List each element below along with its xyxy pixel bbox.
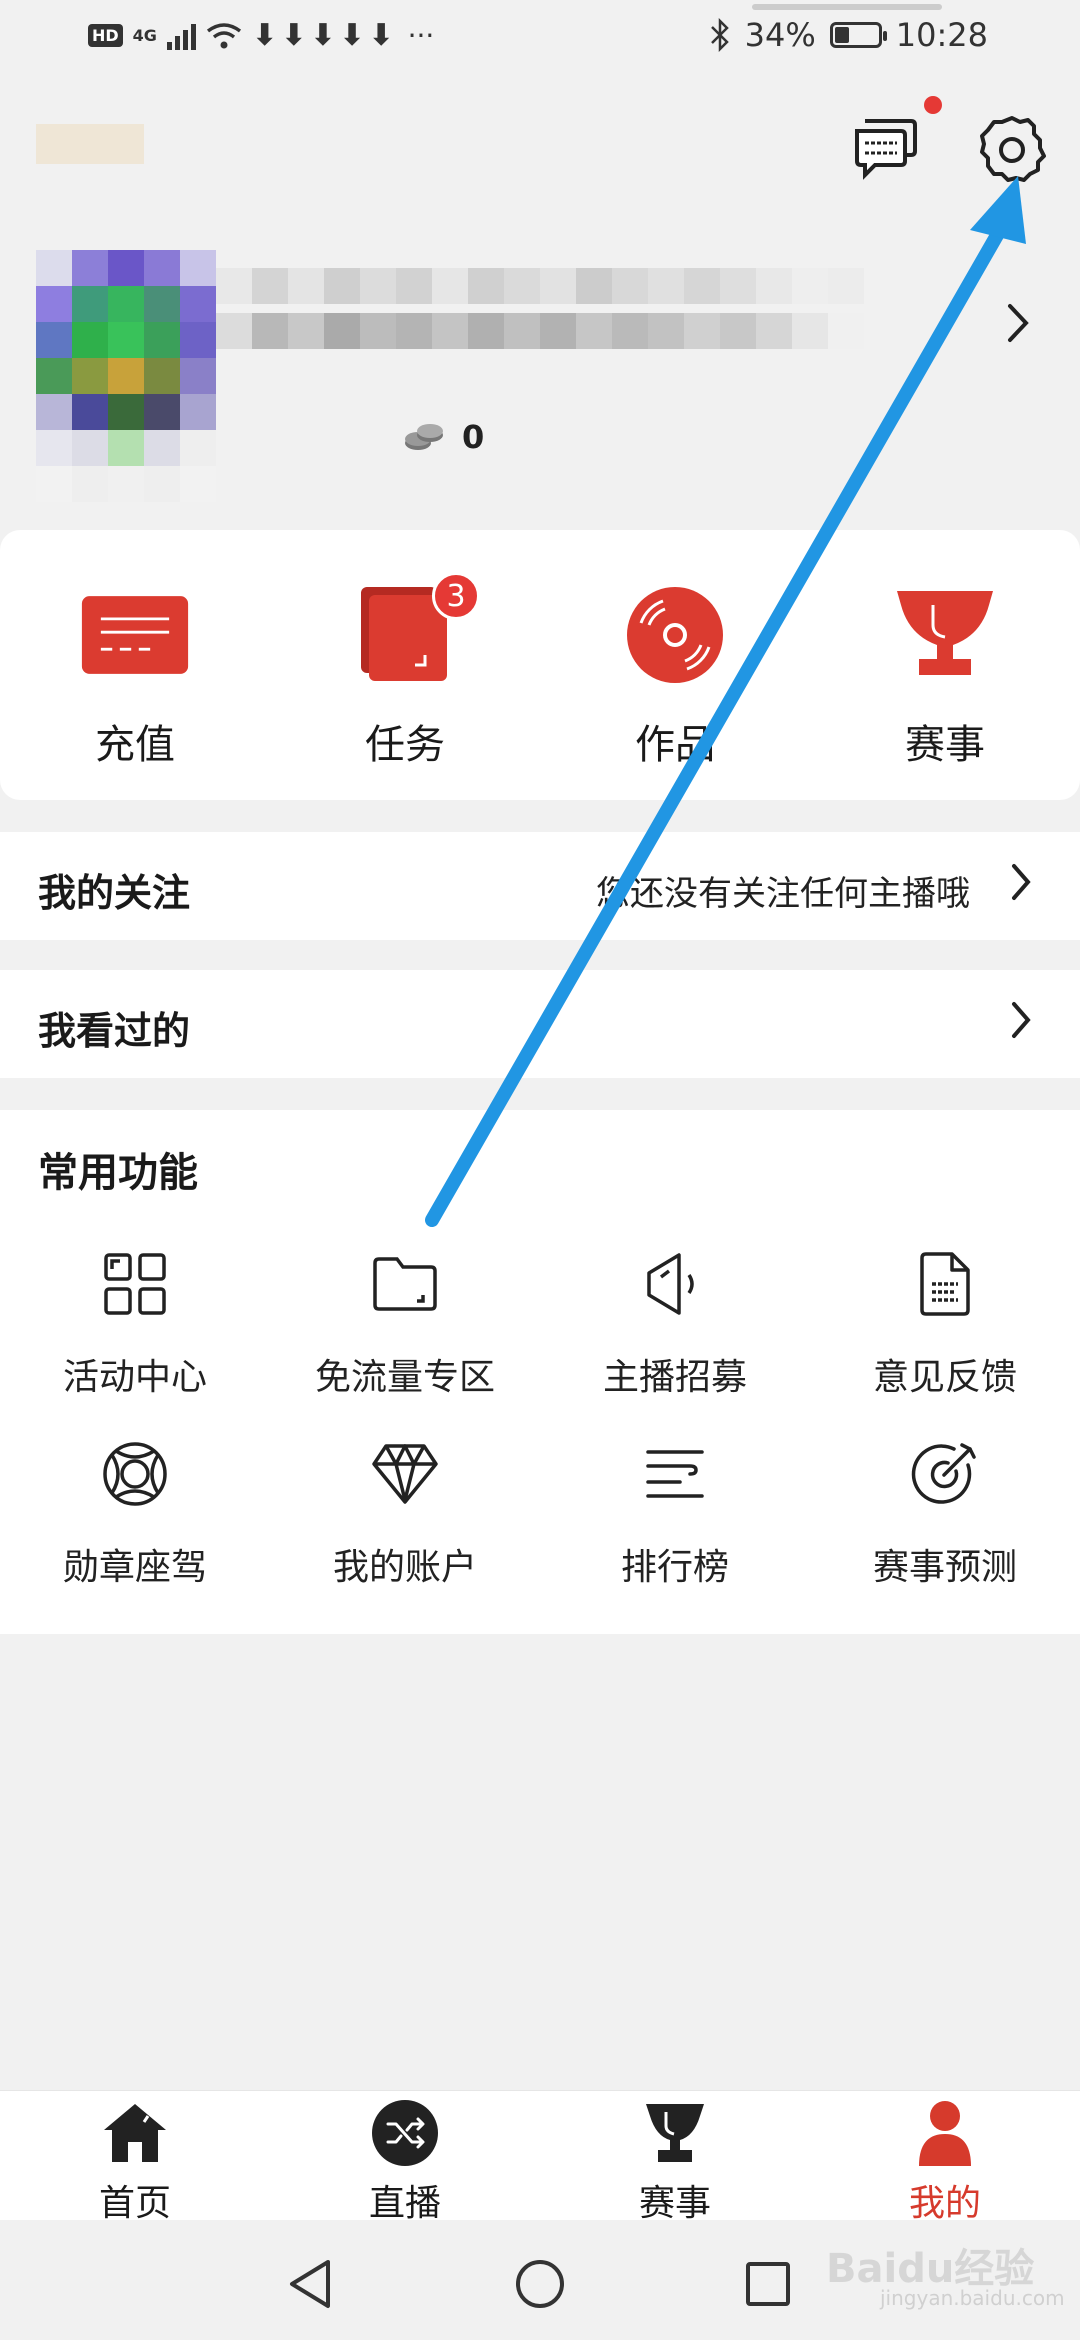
more-icon: ···	[407, 19, 435, 52]
megaphone-icon	[635, 1244, 715, 1324]
coins-icon	[405, 424, 443, 450]
ranking-lines-icon	[635, 1434, 715, 1514]
shortcut-label: 任务	[365, 722, 445, 768]
function-label: 活动中心	[62, 1357, 207, 1398]
message-button[interactable]	[846, 108, 926, 188]
gear-icon	[980, 116, 1046, 182]
func-feedback[interactable]: 意见反馈	[810, 1244, 1080, 1400]
bluetooth-icon	[710, 18, 729, 52]
function-label: 意见反馈	[872, 1357, 1017, 1398]
row-title: 我看过的	[38, 1009, 191, 1053]
shortcut-label: 充值	[95, 722, 175, 768]
shortcut-label: 赛事	[905, 722, 985, 768]
person-icon	[908, 2096, 982, 2170]
back-icon[interactable]	[286, 2258, 334, 2314]
func-medals-mounts[interactable]: 勋章座驾	[0, 1434, 270, 1590]
document-icon	[905, 1244, 985, 1324]
pull-handle	[752, 4, 942, 10]
nav-label: 我的	[908, 2183, 981, 2224]
chevron-right-icon	[1010, 862, 1032, 906]
watermark-url: jingyan.baidu.com	[880, 2286, 1065, 2310]
row-hint: 您还没有关注任何主播哦	[596, 874, 970, 914]
func-streamer-recruit[interactable]: 主播招募	[540, 1244, 810, 1400]
shortcut-works[interactable]: 作品	[540, 580, 810, 770]
lifebuoy-icon	[95, 1434, 175, 1514]
task-count-badge: 3	[432, 572, 480, 620]
function-label: 主播招募	[602, 1357, 747, 1398]
nav-label: 直播	[368, 2183, 441, 2224]
shortcut-task[interactable]: 3 任务	[270, 572, 540, 770]
nav-label: 赛事	[638, 2183, 711, 2224]
shuffle-icon	[368, 2096, 442, 2170]
shortcut-events[interactable]: 赛事	[810, 580, 1080, 770]
battery-fill	[834, 27, 850, 43]
coin-balance: 0	[402, 418, 484, 456]
home-circle-icon[interactable]	[514, 2258, 566, 2314]
nav-label: 首页	[98, 2183, 171, 2224]
chat-icon	[855, 119, 917, 180]
recharge-card-icon	[80, 580, 190, 690]
home-icon	[98, 2096, 172, 2170]
download-icons: ⬇⬇⬇⬇⬇	[251, 18, 398, 53]
nav-mine[interactable]: 我的	[810, 2096, 1080, 2226]
my-follows-row[interactable]: 我的关注 您还没有关注任何主播哦	[0, 832, 1080, 940]
function-label: 免流量专区	[314, 1357, 495, 1398]
shortcut-label: 作品	[635, 722, 715, 768]
func-free-data-zone[interactable]: 免流量专区	[270, 1244, 540, 1400]
status-right: 34% 10:28	[709, 16, 988, 54]
nav-events[interactable]: 赛事	[540, 2096, 810, 2226]
settings-button[interactable]	[972, 108, 1052, 188]
diamond-icon	[365, 1434, 445, 1514]
target-icon	[905, 1434, 985, 1514]
nav-live[interactable]: 直播	[270, 2096, 540, 2226]
func-event-prediction[interactable]: 赛事预测	[810, 1434, 1080, 1590]
recents-square-icon[interactable]	[744, 2260, 792, 2312]
function-label: 勋章座驾	[62, 1547, 207, 1588]
grid-icon	[95, 1244, 175, 1324]
watch-history-row[interactable]: 我看过的	[0, 970, 1080, 1078]
folder-icon	[365, 1244, 445, 1324]
trophy-icon	[890, 580, 1000, 690]
battery-icon	[829, 22, 887, 48]
clock: 10:28	[895, 16, 988, 54]
section-title: 常用功能	[38, 1150, 198, 1196]
task-icon: 3	[350, 572, 480, 690]
status-bar: HD 4G ⬇⬇⬇⬇⬇ ··· 34% 10:28	[0, 0, 1080, 80]
avatar[interactable]	[36, 250, 216, 502]
network-type: 4G	[132, 26, 157, 45]
works-disc-icon	[620, 580, 730, 690]
notification-dot	[924, 96, 942, 114]
func-activity-center[interactable]: 活动中心	[0, 1244, 270, 1400]
profile-chevron-icon[interactable]	[1004, 300, 1032, 350]
func-ranking[interactable]: 排行榜	[540, 1434, 810, 1590]
func-my-account[interactable]: 我的账户	[270, 1434, 540, 1590]
function-label: 排行榜	[620, 1547, 729, 1588]
hd-badge: HD	[88, 24, 123, 47]
battery-percent: 34%	[744, 16, 816, 54]
row-title: 我的关注	[38, 871, 191, 915]
signal-icon	[166, 22, 196, 50]
function-label: 赛事预测	[872, 1547, 1017, 1588]
function-label: 我的账户	[332, 1547, 477, 1588]
wifi-icon	[206, 22, 241, 48]
trophy-icon	[638, 2096, 712, 2170]
status-left: HD 4G ⬇⬇⬇⬇⬇ ···	[88, 18, 434, 53]
nav-home[interactable]: 首页	[0, 2096, 270, 2226]
coin-count: 0	[462, 418, 485, 456]
chevron-right-icon	[1010, 1000, 1032, 1044]
username-blurred	[216, 268, 866, 358]
shortcut-recharge[interactable]: 充值	[0, 580, 270, 770]
